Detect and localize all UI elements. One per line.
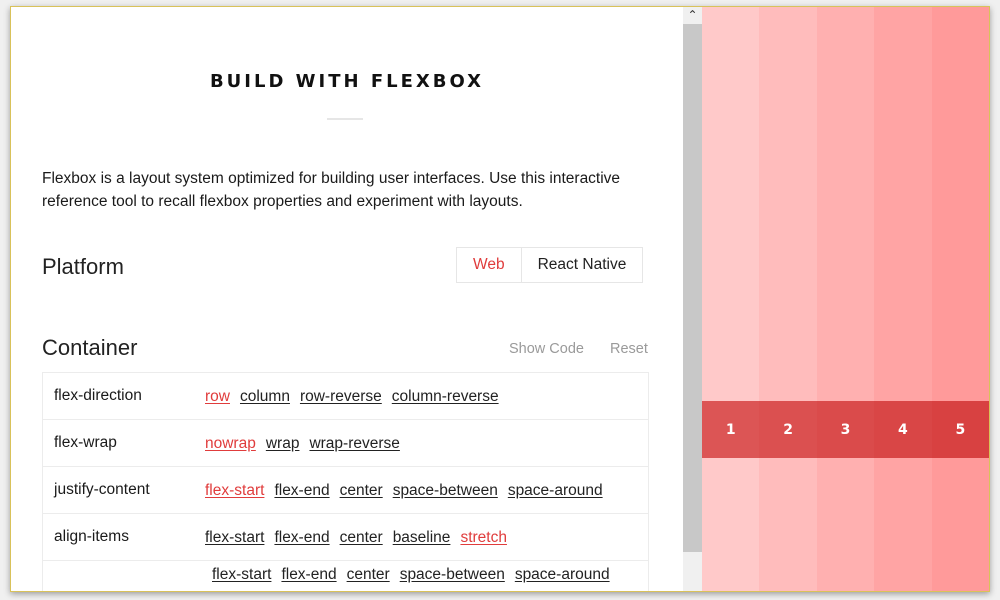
flex-item[interactable]: 4	[874, 401, 932, 458]
preview-column	[816, 7, 875, 591]
container-heading: Container	[42, 335, 138, 360]
property-option-row-reverse[interactable]: row-reverse	[300, 388, 382, 406]
property-options: nowrap wrap wrap-reverse	[205, 435, 400, 453]
controls-pane: BUILD WITH FLEXBOX Flexbox is a layout s…	[11, 7, 683, 591]
property-option-space-between[interactable]: space-between	[393, 482, 498, 500]
platform-toggle: Web React Native	[456, 247, 644, 283]
property-row: justify-content flex-start flex-end center s…	[43, 467, 648, 514]
platform-react-native-button[interactable]: React Native	[522, 248, 643, 282]
property-option-space-around[interactable]: space-around	[515, 566, 610, 584]
property-option-flex-start[interactable]: flex-start	[205, 529, 264, 547]
property-option-wrap-reverse[interactable]: wrap-reverse	[309, 435, 399, 453]
property-option-space-between[interactable]: space-between	[400, 566, 505, 584]
flex-item[interactable]: 3	[816, 401, 875, 458]
property-option-flex-end[interactable]: flex-end	[274, 529, 329, 547]
preview-column	[759, 7, 817, 591]
platform-web-button[interactable]: Web	[457, 248, 522, 282]
container-properties-table: flex-direction row column row-reverse column…	[42, 372, 649, 591]
preview-column	[702, 7, 760, 591]
property-option-flex-start[interactable]: flex-start	[205, 482, 264, 500]
flex-item[interactable]: 5	[931, 401, 989, 458]
property-option-stretch[interactable]: stretch	[460, 529, 507, 547]
property-options: row column row-reverse column-reverse	[205, 388, 499, 406]
property-row: align-items flex-start flex-end center basel…	[43, 514, 648, 561]
property-option-baseline[interactable]: baseline	[393, 529, 451, 547]
flex-preview-area	[702, 7, 989, 591]
property-option-column[interactable]: column	[240, 388, 290, 406]
flex-item[interactable]: 2	[759, 401, 817, 458]
property-option-center[interactable]: center	[340, 482, 383, 500]
property-name: align-items	[54, 528, 129, 545]
property-option-flex-end[interactable]: flex-end	[281, 566, 336, 584]
property-option-row[interactable]: row	[205, 388, 230, 406]
platform-heading: Platform	[42, 254, 124, 279]
scrollbar-thumb[interactable]	[683, 24, 702, 552]
property-option-center[interactable]: center	[347, 566, 390, 584]
property-options: flex-start flex-end center baseline stretch	[205, 529, 507, 547]
property-option-flex-end[interactable]: flex-end	[274, 482, 329, 500]
property-option-center[interactable]: center	[340, 529, 383, 547]
page-title: BUILD WITH FLEXBOX	[209, 71, 485, 92]
flex-items-container: 12345	[702, 401, 989, 458]
preview-column	[874, 7, 932, 591]
property-row: flex-direction row column row-reverse column…	[43, 373, 648, 420]
property-options: flex-start flex-end center space-between spa…	[205, 482, 603, 500]
property-option-flex-start[interactable]: flex-start	[212, 566, 271, 584]
property-name: flex-direction	[54, 387, 142, 404]
intro-text: Flexbox is a layout system optimized for…	[42, 170, 621, 210]
vertical-scrollbar[interactable]: ⌃	[683, 7, 702, 591]
chevron-up-icon[interactable]: ⌃	[683, 7, 702, 24]
property-option-nowrap[interactable]: nowrap	[205, 435, 256, 453]
show-code-button[interactable]: Show Code	[509, 341, 584, 357]
reset-button[interactable]: Reset	[610, 341, 648, 357]
title-divider	[327, 118, 363, 120]
property-name: justify-content	[54, 481, 150, 498]
property-option-space-around[interactable]: space-around	[508, 482, 603, 500]
app-window: BUILD WITH FLEXBOX Flexbox is a layout s…	[10, 6, 990, 592]
flex-item[interactable]: 1	[702, 401, 760, 458]
property-options: flex-start flex-end center space-between spa…	[212, 566, 610, 584]
property-option-wrap[interactable]: wrap	[266, 435, 300, 453]
property-option-column-reverse[interactable]: column-reverse	[392, 388, 499, 406]
preview-column	[931, 7, 989, 591]
property-row: flex-wrap nowrap wrap wrap-reverse	[43, 420, 648, 467]
property-row: flex-start flex-end center space-between spa…	[43, 561, 648, 591]
property-name: flex-wrap	[54, 434, 117, 451]
